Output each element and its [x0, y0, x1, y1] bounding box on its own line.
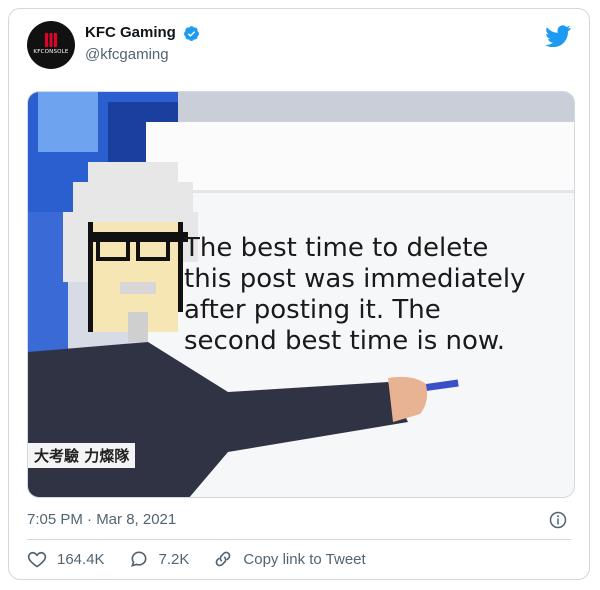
- tweet-media[interactable]: The best time to delete this post was im…: [27, 91, 575, 498]
- reply-count: 7.2K: [158, 550, 190, 568]
- copy-link-button[interactable]: Copy link to Tweet: [213, 549, 366, 569]
- link-icon: [216, 551, 231, 567]
- copy-link-label: Copy link to Tweet: [243, 550, 366, 568]
- avatar-logo-text: KFCONSOLE: [33, 49, 69, 55]
- tweet-timestamp[interactable]: 7:05 PM · Mar 8, 2021: [27, 511, 176, 528]
- studio-caption: 大考驗 力燦隊: [28, 443, 136, 468]
- info-icon[interactable]: [549, 511, 567, 529]
- reply-button[interactable]: 7.2K: [129, 549, 190, 569]
- tweet-header: KFCONSOLE KFC Gaming @kfcgaming: [27, 21, 571, 75]
- handle[interactable]: @kfcgaming: [85, 45, 200, 65]
- twitter-bird-icon[interactable]: [545, 25, 571, 47]
- avatar[interactable]: KFCONSOLE: [27, 21, 75, 69]
- divider: [27, 539, 571, 540]
- display-name[interactable]: KFC Gaming: [85, 23, 176, 43]
- like-button[interactable]: 164.4K: [27, 549, 105, 569]
- timestamp-row: 7:05 PM · Mar 8, 2021: [27, 509, 571, 531]
- studio-subcaption: 3 ES: [34, 470, 54, 480]
- verified-badge-icon: [184, 25, 200, 41]
- tweet-actions: 164.4K 7.2K Copy link to Tweet: [27, 547, 571, 571]
- heart-icon: [27, 551, 47, 568]
- meme-caption: The best time to delete this post was im…: [184, 233, 526, 356]
- tweet-card[interactable]: KFCONSOLE KFC Gaming @kfcgaming The best…: [8, 8, 590, 580]
- like-count: 164.4K: [57, 550, 105, 568]
- reply-icon: [130, 551, 147, 567]
- author-block[interactable]: KFC Gaming @kfcgaming: [85, 23, 200, 65]
- kfc-logo-icon: [45, 33, 57, 47]
